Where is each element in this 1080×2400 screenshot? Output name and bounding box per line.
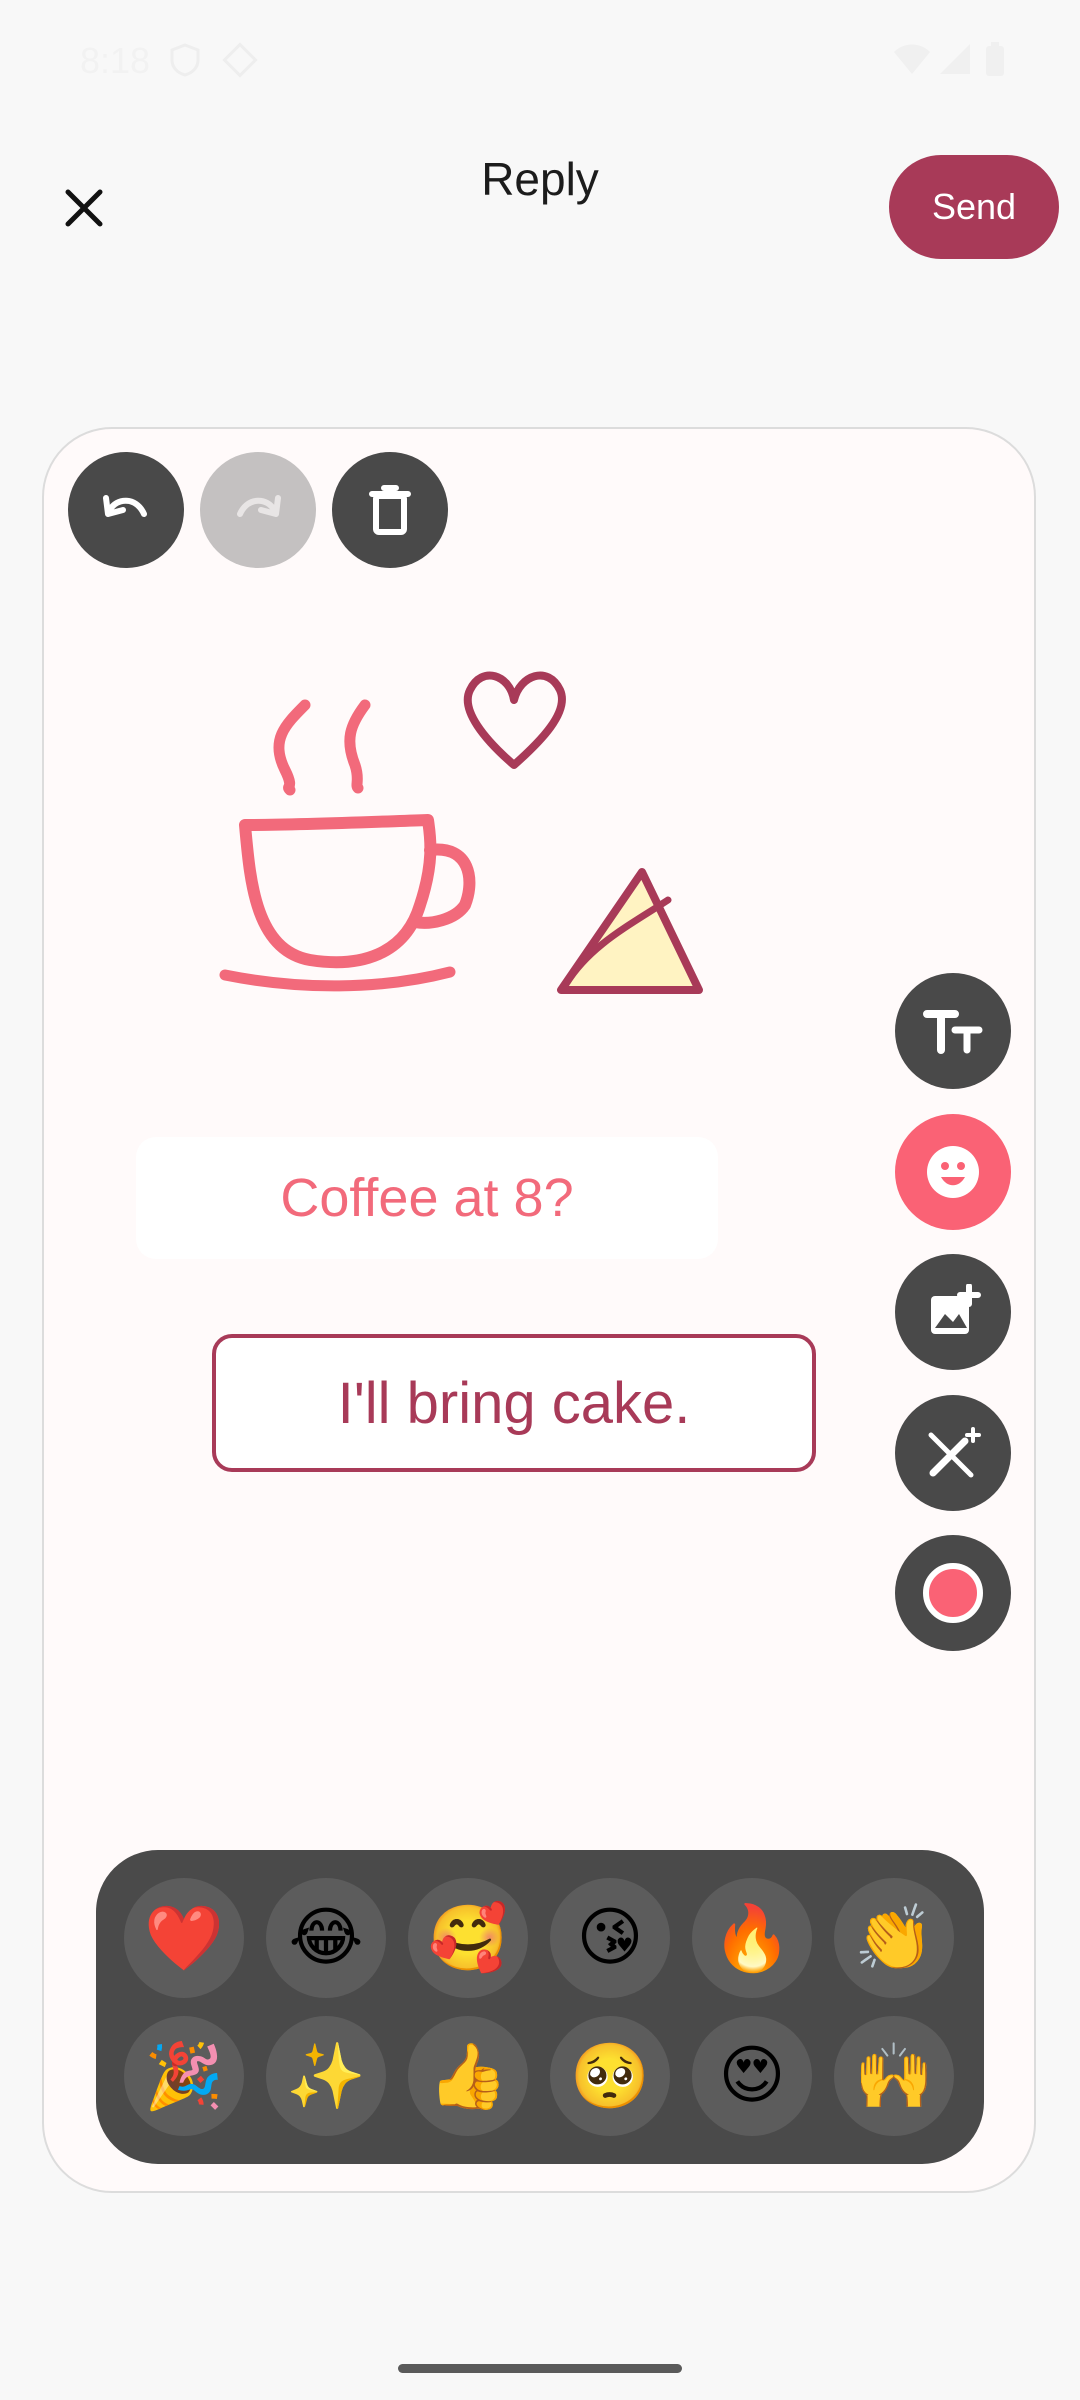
saucer-stroke: [219, 966, 456, 992]
emoji-party[interactable]: 🎉: [124, 2016, 244, 2136]
undo-icon: [103, 495, 147, 517]
text-sticker-coffee[interactable]: Coffee at 8?: [136, 1137, 718, 1259]
delete-icon: [369, 485, 411, 535]
emoji-kiss[interactable]: 😘: [550, 1878, 670, 1998]
add-image-icon: [931, 1284, 981, 1334]
emoji-laughing[interactable]: 😂: [266, 1878, 386, 1998]
emoji-sparkles[interactable]: ✨: [266, 2016, 386, 2136]
record-icon: [923, 1563, 983, 1623]
emoji-fire[interactable]: 🔥: [692, 1878, 812, 1998]
text-tool-button[interactable]: [895, 973, 1011, 1089]
emoji-thumbs-up[interactable]: 👍: [408, 2016, 528, 2136]
home-indicator[interactable]: [398, 2364, 682, 2373]
cake-slice: [557, 868, 703, 994]
cup-stroke: [239, 814, 437, 969]
emoji-picker: ❤️ 😂 🥰 😘 🔥 👏 🎉 ✨ 👍 🥺 😍 🙌: [96, 1850, 984, 2164]
emoji-smiling-hearts[interactable]: 🥰: [408, 1878, 528, 1998]
emoji-pleading[interactable]: 🥺: [550, 2016, 670, 2136]
text-icon: [923, 1010, 983, 1054]
emoji-heart[interactable]: ❤️: [124, 1878, 244, 1998]
emoji-clap[interactable]: 👏: [834, 1878, 954, 1998]
steam-stroke-1: [273, 699, 311, 796]
emoji-raised-hands[interactable]: 🙌: [834, 2016, 954, 2136]
steam-stroke-2: [344, 699, 371, 794]
redo-button[interactable]: [200, 452, 316, 568]
heart-stroke: [463, 671, 566, 769]
undo-button[interactable]: [68, 452, 184, 568]
magic-button[interactable]: [895, 1395, 1011, 1511]
magic-wand-icon: [928, 1427, 981, 1478]
text-sticker-cake[interactable]: I'll bring cake.: [212, 1334, 816, 1472]
emoji-tool-button[interactable]: [895, 1114, 1011, 1230]
record-button[interactable]: [895, 1535, 1011, 1651]
redo-icon: [237, 495, 281, 517]
emoji-icon: [927, 1146, 979, 1198]
add-image-button[interactable]: [895, 1254, 1011, 1370]
delete-button[interactable]: [332, 452, 448, 568]
emoji-heart-eyes[interactable]: 😍: [692, 2016, 812, 2136]
